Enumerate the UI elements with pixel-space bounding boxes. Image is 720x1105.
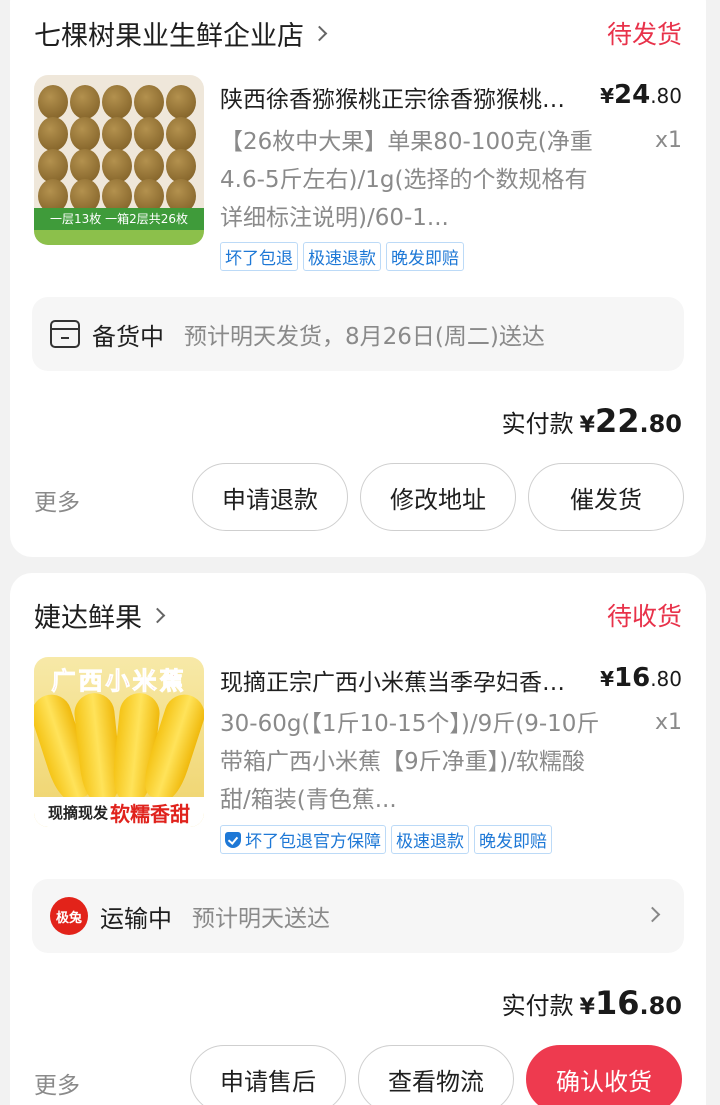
chevron-right-icon [149, 607, 166, 624]
urge-shipment-button[interactable]: 催发货 [528, 463, 684, 531]
product-quantity: x1 [654, 710, 682, 735]
product-thumbnail[interactable]: 一层13枚 一箱2层共26枚 [34, 75, 204, 245]
package-box-icon [50, 320, 80, 348]
product-name[interactable]: 陕西徐香猕猴桃正宗徐香猕猴桃新鲜水果 [220, 80, 580, 114]
view-logistics-button[interactable]: 查看物流 [358, 1045, 514, 1105]
shipping-state: 运输中 [100, 904, 172, 933]
shield-check-icon [225, 831, 241, 848]
order-card[interactable]: 七棵树果业生鲜企业店 待发货 一层13枚 一箱2层共26枚 陕西徐香猕猴桃正宗徐… [10, 0, 706, 557]
thumbnail-caption: 一层13枚 一箱2层共26枚 [34, 208, 204, 230]
order-status: 待收货 [606, 602, 682, 631]
product-name[interactable]: 现摘正宗广西小米蕉当季孕妇香蕉新鲜水果 [220, 663, 580, 697]
thumbnail-caption: 广西小米蕉 [51, 667, 187, 696]
modify-address-button[interactable]: 修改地址 [360, 463, 516, 531]
product-price: ¥24.80 [600, 80, 682, 110]
chevron-right-icon [311, 25, 328, 42]
service-tag: 晚发即赔 [386, 242, 464, 271]
service-tag: 晚发即赔 [474, 825, 552, 854]
service-tag: 坏了包退官方保障 [220, 825, 386, 854]
thumbnail-caption: 软糯香甜 [110, 801, 190, 826]
product-price: ¥16.80 [600, 663, 682, 693]
more-link[interactable]: 更多 [34, 1066, 80, 1100]
shipping-status-bar[interactable]: 极兔 运输中 预计明天送达 [32, 879, 684, 953]
paid-amount: 实付款 ¥ 16 .80 [501, 984, 682, 1022]
service-tags: 坏了包退 极速退款 晚发即赔 [220, 242, 464, 271]
chevron-right-icon [644, 906, 661, 923]
shipping-status-bar[interactable]: 备货中 预计明天发货，8月26日(周二)送达 [32, 297, 684, 371]
order-card[interactable]: 婕达鲜果 待收货 广西小米蕉 现摘现发 软糯香甜 现摘正宗广西小米蕉当季孕妇香蕉… [10, 573, 706, 1105]
store-name-link[interactable]: 七棵树果业生鲜企业店 [34, 14, 328, 53]
store-name: 婕达鲜果 [34, 603, 142, 634]
product-spec: 30-60g(【1斤10-15个】)/9斤(9-10斤带箱广西小米蕉【9斤净重】… [220, 711, 600, 813]
shipping-estimate: 预计明天发货，8月26日(周二)送达 [184, 324, 545, 350]
product-quantity: x1 [654, 128, 682, 153]
product-spec: 【26枚中大果】单果80-100克(净重4.6-5斤左右)/1g(选择的个数规格… [220, 129, 593, 231]
product-thumbnail[interactable]: 广西小米蕉 现摘现发 软糯香甜 [34, 657, 204, 827]
service-tag: 坏了包退 [220, 242, 298, 271]
confirm-receipt-button[interactable]: 确认收货 [526, 1045, 682, 1105]
thumbnail-caption: 现摘现发 [47, 803, 108, 822]
service-tag: 极速退款 [303, 242, 381, 271]
after-sales-button[interactable]: 申请售后 [190, 1045, 346, 1105]
more-link[interactable]: 更多 [34, 483, 80, 517]
jitu-courier-icon: 极兔 [50, 897, 88, 935]
request-refund-button[interactable]: 申请退款 [192, 463, 348, 531]
service-tags: 坏了包退官方保障 极速退款 晚发即赔 [220, 825, 552, 854]
order-status: 待发货 [606, 20, 682, 49]
store-name: 七棵树果业生鲜企业店 [34, 21, 304, 52]
shipping-estimate: 预计明天送达 [192, 906, 330, 932]
paid-amount: 实付款 ¥ 22 .80 [501, 402, 682, 440]
shipping-state: 备货中 [92, 322, 164, 351]
store-name-link[interactable]: 婕达鲜果 [34, 596, 166, 635]
service-tag: 极速退款 [391, 825, 469, 854]
